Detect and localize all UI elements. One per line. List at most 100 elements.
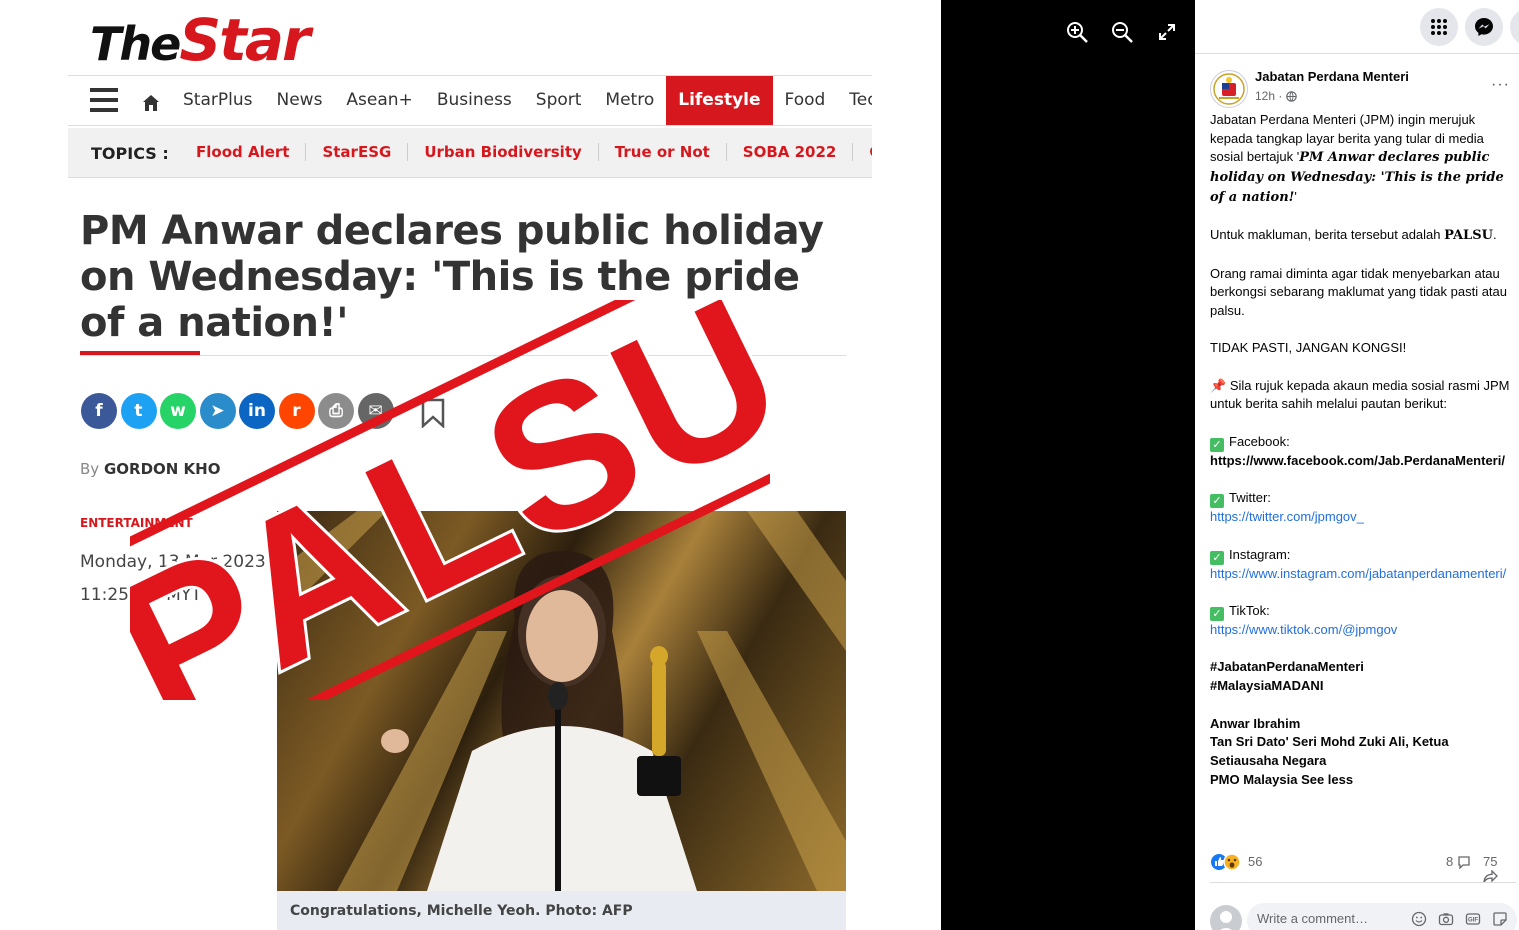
comment-input[interactable]: Write a comment… GIF (1247, 903, 1517, 930)
nav-item-business[interactable]: Business (425, 76, 524, 125)
article-time: 11:25 AM MYT (80, 585, 202, 605)
hamburger-menu-icon (90, 88, 118, 112)
p2-period: . (1492, 227, 1497, 243)
share-count-value[interactable]: 75 (1483, 854, 1497, 869)
post-time-text[interactable]: 12h · (1255, 89, 1282, 103)
emoji-icon[interactable] (1411, 911, 1427, 927)
nav-item-starplus[interactable]: StarPlus (171, 76, 264, 125)
notifications-icon[interactable] (1510, 8, 1519, 46)
comment-count-value[interactable]: 8 (1446, 854, 1453, 869)
article-photo (277, 511, 846, 891)
email-icon[interactable]: ✉ (357, 393, 394, 429)
post-body: Jabatan Perdana Menteri (JPM) ingin meru… (1210, 111, 1516, 808)
nav-item-sport[interactable]: Sport (524, 76, 594, 125)
nav-item-lifestyle[interactable]: Lifestyle (666, 76, 773, 125)
nav-item-tech[interactable]: Tech (837, 76, 872, 125)
reactions-bar: 56 8 75 (1210, 852, 1516, 883)
topic-covid-19[interactable]: Covid-19 (853, 143, 872, 161)
facebook-icon[interactable]: f (81, 393, 117, 429)
checkmark-icon: ✓ (1210, 550, 1224, 565)
photo-viewer (941, 0, 1195, 930)
twitter-icon[interactable]: t (120, 393, 157, 429)
p5-text: Sila rujuk kepada akaun media sosial ras… (1210, 377, 1510, 412)
post-paragraph-4: TIDAK PASTI, JANGAN KONGSI! (1210, 340, 1407, 356)
reaction-icons[interactable] (1210, 852, 1244, 872)
home-icon (142, 94, 160, 112)
messenger-icon[interactable] (1465, 8, 1503, 46)
article-category: ENTERTAINMENT (80, 516, 193, 530)
photo-caption: Congratulations, Michelle Yeoh. Photo: A… (277, 891, 846, 930)
article-screenshot: TheStar StarPlus News Asean+ Business Sport M… (0, 0, 941, 930)
checkmark-icon: ✓ (1210, 607, 1224, 622)
comment-count[interactable]: 8 (1446, 854, 1471, 872)
post-paragraph-2: Untuk makluman, berita tersebut adalah P… (1210, 226, 1516, 246)
hashtag-madani[interactable]: #MalaysiaMADANI (1210, 678, 1323, 693)
topic-staresg[interactable]: StarESG (306, 143, 409, 161)
tiktok-url[interactable]: https://www.tiktok.com/@jpmgov (1210, 622, 1397, 637)
menu-grid-icon[interactable] (1420, 8, 1458, 46)
nav-item-news[interactable]: News (264, 76, 334, 125)
nav-item-food[interactable]: Food (773, 76, 838, 125)
facebook-url[interactable]: https://www.facebook.com/Jab.PerdanaMent… (1210, 453, 1505, 468)
hashtag-jpm[interactable]: #JabatanPerdanaMenteri (1210, 659, 1364, 674)
byline: By GORDON KHO (80, 460, 220, 478)
link-label: Twitter: (1229, 490, 1271, 506)
sticker-icon[interactable] (1492, 911, 1508, 927)
page-avatar[interactable] (1210, 70, 1248, 108)
nav-item-asean-[interactable]: Asean+ (334, 76, 424, 125)
user-avatar[interactable] (1210, 905, 1242, 930)
topic-soba-2022[interactable]: SOBA 2022 (727, 143, 854, 161)
tag-zuki[interactable]: Tan Sri Dato' Seri Mohd Zuki Ali, Ketua … (1210, 734, 1449, 768)
byline-prefix: By (80, 460, 100, 478)
pushpin-icon: 📌 (1210, 377, 1227, 393)
fb-topbar (1195, 0, 1519, 54)
print-icon[interactable]: ⎙ (318, 393, 354, 429)
hashtags: #JabatanPerdanaMenteri #MalaysiaMADANI (1210, 658, 1516, 695)
topics-label: TOPICS : (91, 144, 169, 163)
link-twitter: ✓ Twitter: https://twitter.com/jpmgov_ (1210, 489, 1516, 527)
topic-items: Flood Alert StarESG Urban Biodiversity True… (180, 143, 872, 161)
linkedin-icon[interactable]: in (239, 393, 275, 429)
p2-text: Untuk makluman, berita tersebut adalah (1210, 227, 1445, 243)
article-date: Monday, 13 Mar 2023 (80, 552, 266, 572)
main-nav: StarPlus News Asean+ Business Sport Metro Life… (68, 75, 872, 126)
topic-urban-biodiversity[interactable]: Urban Biodiversity (408, 143, 599, 161)
nav-items: StarPlus News Asean+ Business Sport Metro Life… (171, 76, 872, 125)
post-author[interactable]: Jabatan Perdana Menteri (1255, 69, 1409, 84)
facebook-post-panel: Jabatan Perdana Menteri 12h · ··· Jabata… (1195, 0, 1519, 930)
article-headline: PM Anwar declares public holiday on Wedn… (80, 208, 824, 346)
topic-true-or-not[interactable]: True or Not (599, 143, 727, 161)
tag-anwar[interactable]: Anwar Ibrahim (1210, 716, 1300, 731)
post-paragraph-3: Orang ramai diminta agar tidak menyebark… (1210, 265, 1508, 318)
post-paragraph-1: Jabatan Perdana Menteri (JPM) ingin meru… (1210, 111, 1516, 208)
logo-the: The (90, 17, 181, 71)
nav-item-metro[interactable]: Metro (593, 76, 666, 125)
post-time[interactable]: 12h · (1255, 89, 1297, 105)
comment-tools: GIF (1411, 911, 1519, 927)
see-less-link[interactable]: See less (1301, 772, 1353, 787)
telegram-icon[interactable]: ➤ (199, 393, 236, 429)
camera-icon[interactable] (1438, 911, 1454, 927)
whatsapp-icon[interactable]: w (160, 393, 196, 429)
topics-bar: TOPICS : Flood Alert StarESG Urban Biodive… (68, 128, 872, 178)
reaction-count[interactable]: 56 (1248, 854, 1262, 869)
share-icon (1483, 869, 1498, 887)
instagram-url[interactable]: https://www.instagram.com/jabatanperdana… (1210, 566, 1506, 581)
fullscreen-icon[interactable] (1155, 20, 1179, 44)
link-tiktok: ✓ TikTok: https://www.tiktok.com/@jpmgov (1210, 602, 1516, 640)
svg-text:GIF: GIF (1468, 918, 1478, 924)
topic-flood-alert[interactable]: Flood Alert (180, 143, 307, 161)
link-facebook: ✓ Facebook: https://www.facebook.com/Jab.P… (1210, 433, 1516, 471)
reddit-icon[interactable]: r (278, 393, 315, 429)
thestar-logo: TheStar (90, 6, 311, 74)
zoom-in-icon[interactable] (1065, 20, 1089, 44)
post-more-options[interactable]: ··· (1491, 76, 1510, 94)
link-label: Facebook: (1229, 433, 1290, 449)
twitter-url[interactable]: https://twitter.com/jpmgov_ (1210, 509, 1364, 524)
gif-icon[interactable]: GIF (1465, 911, 1481, 927)
zoom-out-icon[interactable] (1110, 20, 1134, 44)
link-instagram: ✓ Instagram: https://www.instagram.com/jab… (1210, 546, 1516, 584)
comment-placeholder: Write a comment… (1257, 911, 1369, 926)
tag-pmo[interactable]: PMO Malaysia (1210, 772, 1297, 787)
comment-icon (1457, 855, 1471, 872)
